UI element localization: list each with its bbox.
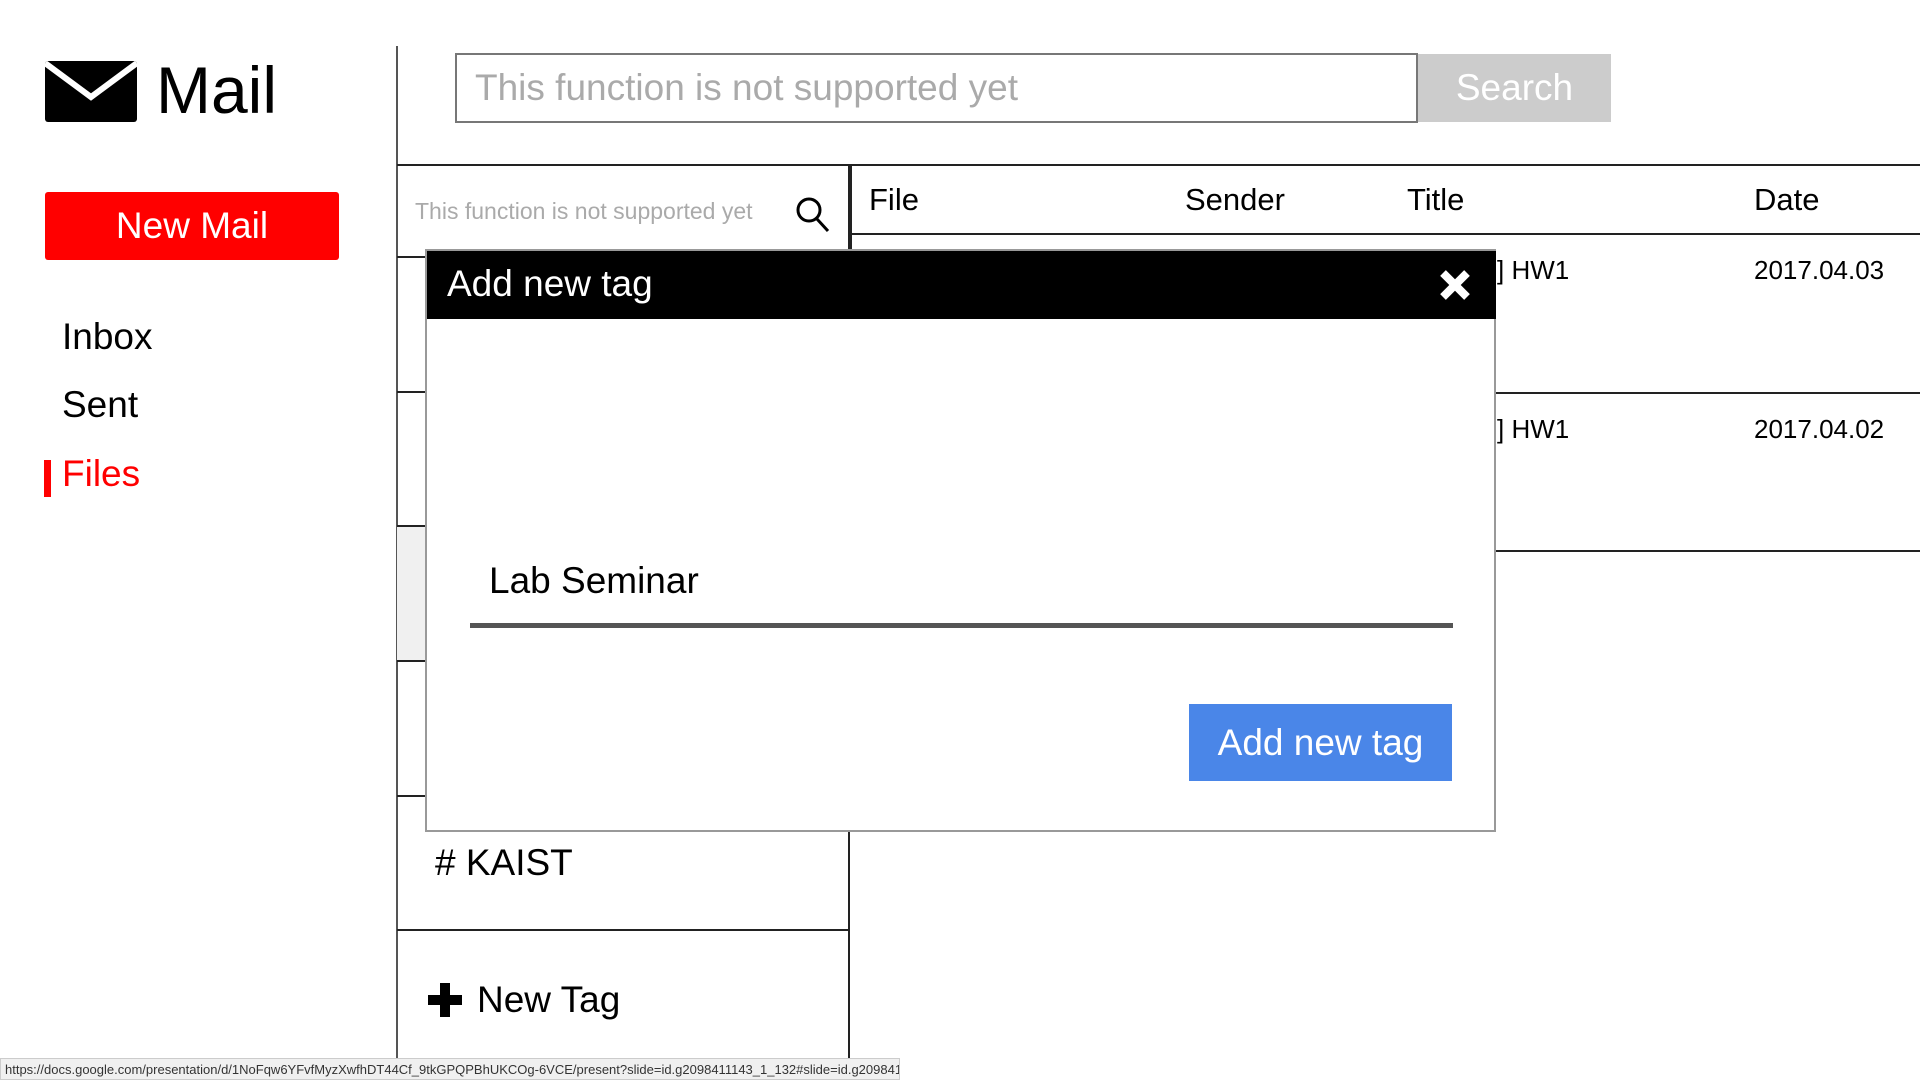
tag-label: # KAIST bbox=[435, 842, 573, 883]
nav-inbox[interactable]: Inbox bbox=[62, 316, 153, 358]
mail-envelope-icon bbox=[45, 61, 137, 122]
column-title[interactable]: Title bbox=[1407, 182, 1464, 218]
plus-icon bbox=[428, 983, 462, 1017]
table-header: File Sender Title Date bbox=[852, 166, 1920, 235]
new-tag-label: New Tag bbox=[477, 979, 621, 1020]
search-icon[interactable] bbox=[795, 196, 831, 234]
new-tag-button[interactable]: New Tag bbox=[397, 931, 848, 1066]
tag-name-input[interactable] bbox=[489, 551, 1409, 611]
row-title: ] HW1 bbox=[1497, 255, 1570, 285]
tag-search-placeholder: This function is not supported yet bbox=[415, 198, 753, 224]
app-title: Mail bbox=[156, 53, 278, 127]
tag-search[interactable]: This function is not supported yet bbox=[397, 166, 848, 258]
status-bar-url: https://docs.google.com/presentation/d/1… bbox=[0, 1058, 900, 1080]
dialog-header: Add new tag bbox=[427, 251, 1496, 319]
column-file[interactable]: File bbox=[869, 182, 919, 218]
nav-sent[interactable]: Sent bbox=[62, 384, 138, 426]
add-tag-dialog: Add new tag Add new tag bbox=[425, 249, 1496, 832]
dialog-title: Add new tag bbox=[447, 263, 653, 304]
active-indicator bbox=[44, 460, 51, 497]
column-sender[interactable]: Sender bbox=[1185, 182, 1285, 218]
add-new-tag-button[interactable]: Add new tag bbox=[1189, 704, 1452, 781]
row-date: 2017.04.03 bbox=[1754, 255, 1885, 285]
row-title: ] HW1 bbox=[1497, 414, 1570, 444]
input-underline bbox=[470, 623, 1453, 628]
search-input[interactable] bbox=[455, 53, 1418, 123]
new-mail-button[interactable]: New Mail bbox=[45, 192, 339, 260]
row-date: 2017.04.02 bbox=[1754, 414, 1885, 444]
search-button[interactable]: Search bbox=[1418, 54, 1611, 122]
close-icon[interactable] bbox=[1437, 267, 1473, 303]
column-date[interactable]: Date bbox=[1754, 182, 1819, 218]
nav-files[interactable]: Files bbox=[62, 453, 140, 495]
